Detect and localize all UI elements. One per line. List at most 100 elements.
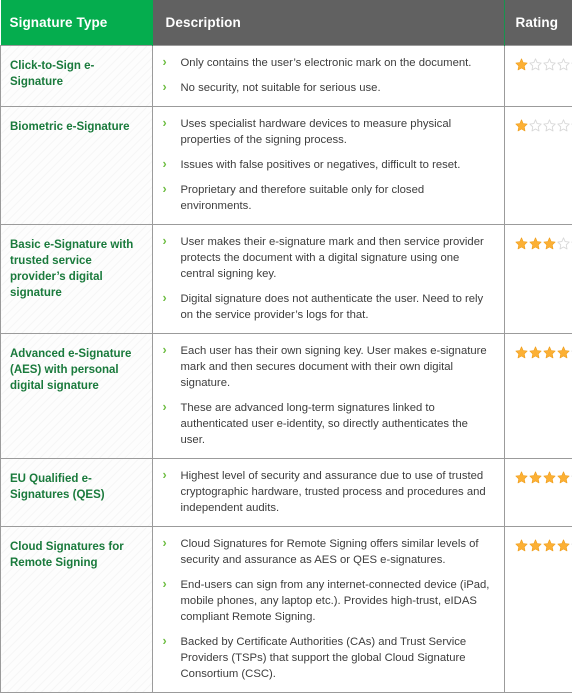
chevron-right-icon: › xyxy=(163,115,167,131)
cell-signature-type: Advanced e-Signature (AES) with personal… xyxy=(1,334,153,459)
bullet-text: Uses specialist hardware devices to meas… xyxy=(181,118,452,146)
cell-description: › Only contains the user’s electronic mar… xyxy=(152,46,504,107)
star-empty-icon xyxy=(557,237,570,250)
bullet-text: Only contains the user’s electronic mark… xyxy=(181,57,472,69)
star-empty-icon xyxy=(529,119,542,132)
star-empty-icon xyxy=(557,58,570,71)
chevron-right-icon: › xyxy=(163,79,167,95)
cell-rating xyxy=(504,107,572,225)
table-row: Click-to-Sign e-Signature › Only contains … xyxy=(1,46,572,107)
table-header: Signature Type Description Rating xyxy=(1,0,572,46)
chevron-right-icon: › xyxy=(163,576,167,592)
chevron-right-icon: › xyxy=(163,54,167,70)
bullet-text: End-users can sign from any internet-con… xyxy=(181,579,490,623)
star-filled-icon xyxy=(557,539,570,552)
description-bullet-item: › Each user has their own signing key. Us… xyxy=(163,343,494,391)
cell-rating xyxy=(504,225,572,334)
rating-stars xyxy=(515,58,572,74)
bullet-text: Each user has their own signing key. Use… xyxy=(181,345,487,389)
star-empty-icon xyxy=(557,119,570,132)
description-bullet-item: › Only contains the user’s electronic mar… xyxy=(163,55,494,71)
star-filled-icon xyxy=(515,119,528,132)
description-bullet-item: › Digital signature does not authenticate… xyxy=(163,291,494,323)
star-filled-icon xyxy=(543,346,556,359)
star-filled-icon xyxy=(543,539,556,552)
description-bullet-list: › Cloud Signatures for Remote Signing off… xyxy=(163,536,494,682)
cell-rating xyxy=(504,527,572,693)
star-filled-icon xyxy=(529,346,542,359)
signature-comparison-table: Signature Type Description Rating Click-… xyxy=(0,0,572,693)
star-filled-icon xyxy=(515,237,528,250)
cell-signature-type: Cloud Signatures for Remote Signing xyxy=(1,527,153,693)
cell-signature-type: Biometric e-Signature xyxy=(1,107,153,225)
bullet-text: Backed by Certificate Authorities (CAs) … xyxy=(181,636,467,680)
chevron-right-icon: › xyxy=(163,181,167,197)
description-bullet-list: › Each user has their own signing key. Us… xyxy=(163,343,494,448)
description-bullet-item: › Uses specialist hardware devices to mea… xyxy=(163,116,494,148)
chevron-right-icon: › xyxy=(163,342,167,358)
cell-rating xyxy=(504,459,572,527)
star-filled-icon xyxy=(529,237,542,250)
description-bullet-list: › Only contains the user’s electronic mar… xyxy=(163,55,494,96)
chevron-right-icon: › xyxy=(163,633,167,649)
table-row: Cloud Signatures for Remote Signing › Clou… xyxy=(1,527,572,693)
column-header-rating: Rating xyxy=(504,0,572,46)
signature-comparison-table-container: Signature Type Description Rating Click-… xyxy=(0,0,572,565)
rating-stars xyxy=(515,346,572,362)
column-header-description: Description xyxy=(152,0,504,46)
rating-stars xyxy=(515,237,572,253)
star-filled-icon xyxy=(557,346,570,359)
table-header-row: Signature Type Description Rating xyxy=(1,0,572,46)
table-row: Basic e-Signature with trusted service p… xyxy=(1,225,572,334)
star-filled-icon xyxy=(515,58,528,71)
table-body: Click-to-Sign e-Signature › Only contains … xyxy=(1,46,572,693)
table-row: Biometric e-Signature › Uses specialist ha… xyxy=(1,107,572,225)
cell-rating xyxy=(504,46,572,107)
description-bullet-list: ›Highest level of security and assurance… xyxy=(163,468,494,516)
star-filled-icon xyxy=(557,471,570,484)
bullet-text: Highest level of security and assurance … xyxy=(181,470,486,514)
star-filled-icon xyxy=(515,346,528,359)
table-row: EU Qualified e-Signatures (QES)›Highest … xyxy=(1,459,572,527)
description-bullet-item: › End-users can sign from any internet-co… xyxy=(163,577,494,625)
star-filled-icon xyxy=(529,539,542,552)
bullet-text: These are advanced long-term signatures … xyxy=(181,402,468,446)
star-filled-icon xyxy=(515,539,528,552)
chevron-right-icon: › xyxy=(163,535,167,551)
star-filled-icon xyxy=(543,471,556,484)
cell-description: ›Highest level of security and assurance… xyxy=(152,459,504,527)
cell-description: › Each user has their own signing key. Us… xyxy=(152,334,504,459)
bullet-text: No security, not suitable for serious us… xyxy=(181,82,381,94)
cell-rating xyxy=(504,334,572,459)
description-bullet-list: › User makes their e-signature mark and t… xyxy=(163,234,494,323)
cell-description: › User makes their e-signature mark and t… xyxy=(152,225,504,334)
description-bullet-item: ›User makes their e-signature mark and t… xyxy=(163,234,494,282)
star-empty-icon xyxy=(529,58,542,71)
description-bullet-item: ›Highest level of security and assurance… xyxy=(163,468,494,516)
description-bullet-item: › These are advanced long-term signatures… xyxy=(163,400,494,448)
chevron-right-icon: › xyxy=(163,290,167,306)
chevron-right-icon: › xyxy=(163,399,167,415)
description-bullet-item: ›Issues with false positives or negative… xyxy=(163,157,494,173)
chevron-right-icon: › xyxy=(163,156,167,172)
description-bullet-item: › Backed by Certificate Authorities (CAs)… xyxy=(163,634,494,682)
description-bullet-item: › Cloud Signatures for Remote Signing off… xyxy=(163,536,494,568)
cell-signature-type: Basic e-Signature with trusted service p… xyxy=(1,225,153,334)
bullet-text: Digital signature does not authenticate … xyxy=(181,293,484,321)
bullet-text: User makes their e-signature mark and th… xyxy=(181,236,484,280)
star-filled-icon xyxy=(529,471,542,484)
description-bullet-list: › Uses specialist hardware devices to mea… xyxy=(163,116,494,214)
table-row: Advanced e-Signature (AES) with personal… xyxy=(1,334,572,459)
bullet-text: Proprietary and therefore suitable only … xyxy=(181,184,425,212)
star-filled-icon xyxy=(515,471,528,484)
cell-description: › Cloud Signatures for Remote Signing off… xyxy=(152,527,504,693)
rating-stars xyxy=(515,119,572,135)
rating-stars xyxy=(515,471,572,487)
cell-signature-type: Click-to-Sign e-Signature xyxy=(1,46,153,107)
column-header-signature-type: Signature Type xyxy=(1,0,153,46)
rating-stars xyxy=(515,539,572,555)
star-empty-icon xyxy=(543,58,556,71)
bullet-text: Cloud Signatures for Remote Signing offe… xyxy=(181,538,479,566)
description-bullet-item: › No security, not suitable for serious u… xyxy=(163,80,494,96)
star-empty-icon xyxy=(543,119,556,132)
